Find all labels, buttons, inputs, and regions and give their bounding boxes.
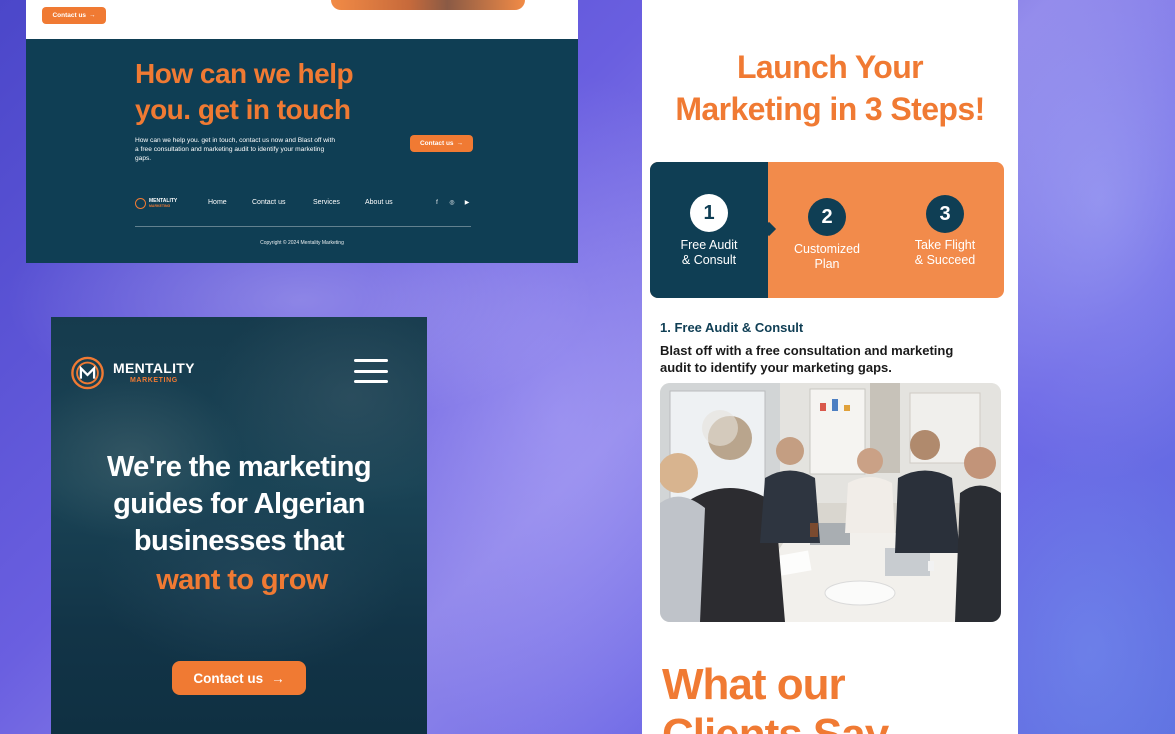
step-detail-heading: 1. Free Audit & Consult <box>660 320 804 335</box>
footer-logo-sub: MARKETING <box>149 203 171 208</box>
brain-logo-icon <box>135 198 146 209</box>
contact-title: How can we help you. get in touch <box>135 56 435 128</box>
meeting-photo-illustration <box>660 383 1001 622</box>
footer-logo-name: MENTALITY <box>149 197 178 204</box>
brand-sub: MARKETING <box>129 377 178 384</box>
step-label-line: Plan <box>814 257 840 271</box>
footer-nav-services[interactable]: Services <box>313 199 340 206</box>
header-strip: Contact us → <box>26 0 578 39</box>
meeting-photo <box>660 383 1001 622</box>
steps-title-line: Marketing in 3 Steps! <box>675 91 985 127</box>
step-label-line: Customized <box>794 242 860 256</box>
step-detail-line: Blast off with a free consultation and m… <box>660 343 954 358</box>
arrow-right-icon: → <box>89 12 96 19</box>
hero-heading-line: businesses that <box>133 525 345 557</box>
hero-contact-button[interactable]: Contact us → <box>172 661 306 695</box>
steps-page-preview: Launch Your Marketing in 3 Steps! 1 Free… <box>642 0 1018 734</box>
mobile-hero-preview: MENTALITY MARKETING We're the marketing … <box>51 317 427 734</box>
arrow-right-icon: → <box>271 670 285 686</box>
contact-title-line: How can we help <box>135 58 354 89</box>
brain-logo-icon <box>71 356 104 390</box>
step-number: 1 <box>690 194 728 232</box>
step-number: 2 <box>808 198 846 236</box>
copyright-text: Copyright © 2024 Mentality Marketing <box>260 240 344 246</box>
header-contact-button[interactable]: Contact us → <box>42 7 106 24</box>
contact-cta-button[interactable]: Contact us → <box>410 135 473 152</box>
footer-nav-about[interactable]: About us <box>365 199 393 206</box>
contact-title-line: you. get in touch <box>135 94 351 125</box>
hero-contact-button-label: Contact us <box>193 670 264 686</box>
step-label-line: & Succeed <box>914 253 976 267</box>
facebook-icon[interactable]: f <box>433 199 441 207</box>
step-3[interactable]: 3 Take Flight & Succeed <box>886 162 1004 298</box>
step-label: Customized Plan <box>768 242 886 272</box>
step-label-line: Free Audit <box>680 238 738 252</box>
step-label: Take Flight & Succeed <box>886 238 1004 268</box>
step-detail-line: audit to identify your marketing gaps. <box>660 360 892 375</box>
instagram-icon[interactable]: ◎ <box>448 199 456 207</box>
step-detail-description: Blast off with a free consultation and m… <box>660 342 1018 376</box>
arrow-right-icon: → <box>456 140 464 147</box>
footer-nav-contact[interactable]: Contact us <box>252 199 285 206</box>
hero-image-edge <box>331 0 525 10</box>
hero-heading-line: guides for Algerian <box>113 488 365 520</box>
contact-cta-label: Contact us <box>419 140 454 147</box>
hamburger-menu-icon[interactable] <box>354 359 388 383</box>
hero-heading-line: We're the marketing <box>106 451 372 483</box>
contact-section-preview: Contact us → How can we help you. get in… <box>26 0 578 263</box>
hero-heading: We're the marketing guides for Algerian … <box>51 449 427 560</box>
testimonials-heading-line: What our <box>662 660 846 709</box>
header-contact-button-label: Contact us <box>52 12 87 19</box>
youtube-icon[interactable]: ▶ <box>463 199 471 207</box>
step-label: Free Audit & Consult <box>650 238 768 268</box>
step-number: 3 <box>926 195 964 233</box>
contact-footer: How can we help you. get in touch How ca… <box>26 39 578 263</box>
footer-nav-home[interactable]: Home <box>208 199 227 206</box>
testimonials-heading: What our Clients Say <box>662 660 889 734</box>
steps-banner: 1 Free Audit & Consult 2 Customized Plan… <box>650 162 1004 298</box>
step-label-line: Take Flight <box>914 238 976 252</box>
steps-title-line: Launch Your <box>736 49 924 85</box>
hero-heading-highlight: want to grow <box>156 564 328 596</box>
footer-divider <box>135 226 471 227</box>
contact-description: How can we help you. get in touch, conta… <box>135 137 336 162</box>
brand-name: MENTALITY <box>113 360 195 376</box>
brand-logo[interactable]: MENTALITY MARKETING <box>68 356 195 390</box>
step-1[interactable]: 1 Free Audit & Consult <box>650 162 768 298</box>
testimonials-heading-line: Clients Say <box>662 710 889 734</box>
footer-logo[interactable]: MENTALITY MARKETING <box>135 198 177 209</box>
step-2[interactable]: 2 Customized Plan <box>768 162 886 298</box>
step-label-line: & Consult <box>681 253 737 267</box>
steps-title: Launch Your Marketing in 3 Steps! <box>642 46 1018 130</box>
